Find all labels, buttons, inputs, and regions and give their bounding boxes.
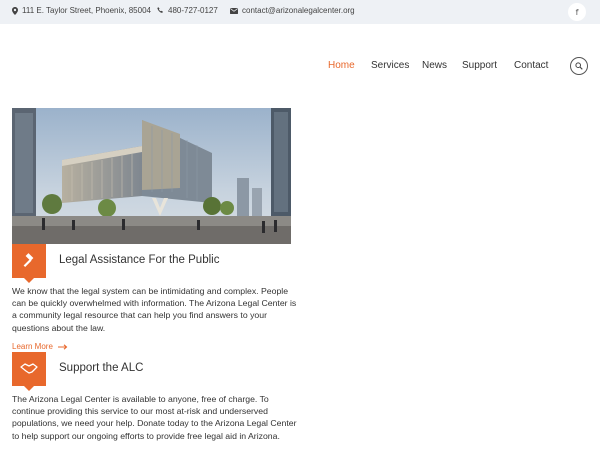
nav-services[interactable]: Services [371, 60, 409, 71]
nav-support[interactable]: Support [462, 60, 497, 71]
learn-more-link[interactable]: Learn More [12, 342, 68, 351]
phone-icon [157, 7, 163, 13]
hero-image [12, 108, 291, 244]
email-text[interactable]: contact@arizonalegalcenter.org [242, 6, 355, 15]
phone-text[interactable]: 480-727-0127 [168, 6, 218, 15]
arrow-right-icon [57, 343, 68, 350]
search-button[interactable] [570, 57, 588, 75]
section-body: We know that the legal system can be int… [12, 286, 297, 333]
nav-news[interactable]: News [422, 60, 447, 71]
facebook-icon[interactable]: f [568, 3, 586, 21]
learn-more-text[interactable]: Learn More [12, 342, 53, 351]
handshake-icon [20, 363, 38, 374]
gavel-icon-badge [12, 244, 46, 283]
map-pin-icon [12, 6, 18, 15]
section-body: The Arizona Legal Center is available to… [12, 394, 297, 441]
handshake-icon-badge [12, 352, 46, 391]
search-icon [575, 62, 583, 70]
nav-home[interactable]: Home [328, 60, 355, 71]
section-title: Legal Assistance For the Public [59, 254, 220, 266]
phone-item[interactable]: 480-727-0127 [157, 6, 218, 15]
envelope-icon [230, 7, 238, 14]
section-title: Support the ALC [59, 362, 144, 374]
email-item[interactable]: contact@arizonalegalcenter.org [230, 6, 355, 15]
address-text: 111 E. Taylor Street, Phoenix, 85004 [22, 6, 151, 15]
gavel-icon [23, 253, 34, 268]
top-info-bar: 111 E. Taylor Street, Phoenix, 85004 480… [0, 0, 600, 24]
nav-contact[interactable]: Contact [514, 60, 548, 71]
address-item: 111 E. Taylor Street, Phoenix, 85004 [12, 6, 151, 15]
